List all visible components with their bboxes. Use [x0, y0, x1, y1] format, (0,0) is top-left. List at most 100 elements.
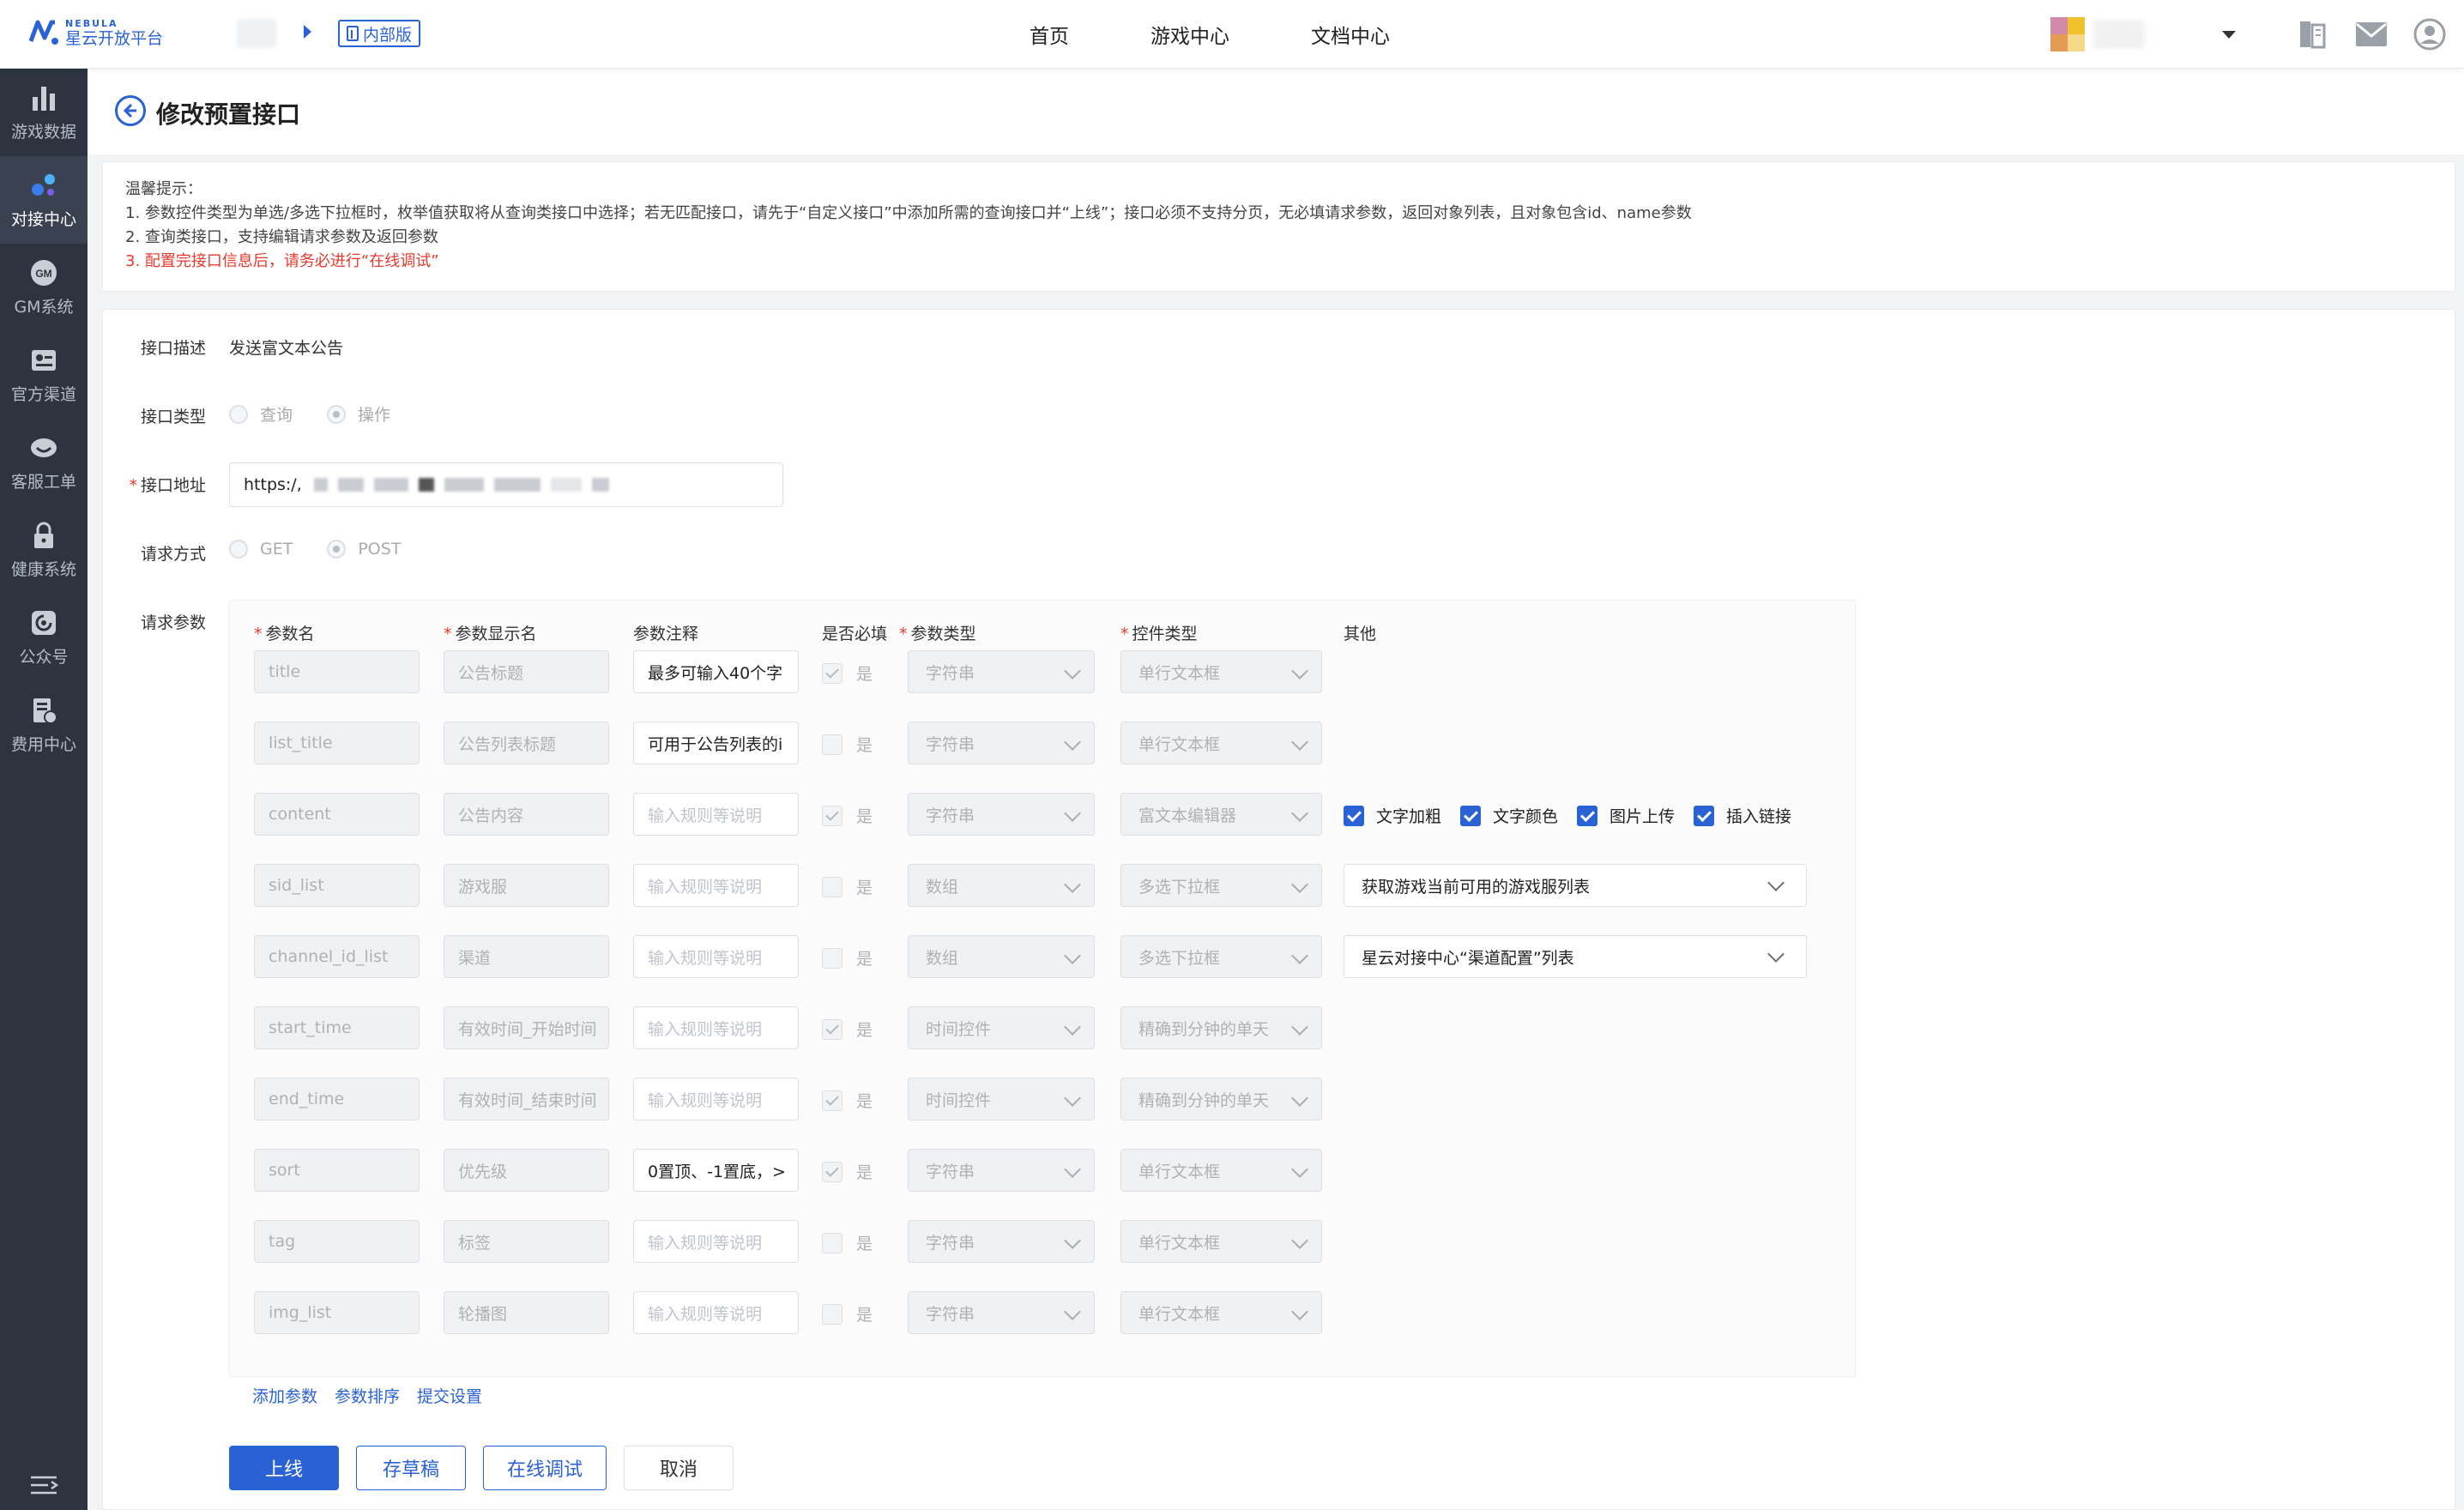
- param-type-select[interactable]: 字符串: [908, 793, 1095, 836]
- caret-right-icon[interactable]: [304, 25, 311, 39]
- param-required-check[interactable]: 是: [822, 1160, 873, 1183]
- param-note-input[interactable]: 输入规则等说明: [633, 1078, 799, 1120]
- param-display-input[interactable]: 有效时间_开始时间: [444, 1006, 609, 1049]
- control-type-select[interactable]: 多选下拉框: [1120, 864, 1322, 907]
- param-required-check[interactable]: 是: [822, 661, 873, 685]
- checkbox[interactable]: [822, 734, 842, 755]
- book-icon[interactable]: [2296, 17, 2330, 51]
- channel-source-select[interactable]: 星云对接中心“渠道配置”列表: [1344, 935, 1807, 978]
- sidebar-item-public-account[interactable]: 公众号: [0, 594, 88, 681]
- param-required-check[interactable]: 是: [822, 804, 873, 827]
- param-note-input[interactable]: 输入规则等说明: [633, 1220, 799, 1263]
- checkbox[interactable]: [822, 662, 842, 684]
- sidebar-item-gm-system[interactable]: GM GM系统: [0, 244, 88, 331]
- nav-doc-center[interactable]: 文档中心: [1311, 20, 1390, 49]
- submit-settings-link[interactable]: 提交设置: [417, 1384, 482, 1407]
- param-required-check[interactable]: 是: [822, 875, 873, 898]
- param-note-input[interactable]: 输入规则等说明: [633, 793, 799, 836]
- param-display-input[interactable]: 渠道: [444, 935, 609, 978]
- control-type-select[interactable]: 富文本编辑器: [1120, 793, 1322, 836]
- param-name-input[interactable]: sort: [254, 1149, 420, 1192]
- radio-query[interactable]: [229, 404, 248, 424]
- param-type-select[interactable]: 字符串: [908, 722, 1095, 764]
- param-note-input[interactable]: 0置顶、-1置底，>: [633, 1149, 799, 1192]
- checkbox[interactable]: [822, 876, 842, 897]
- sidebar-item-connect-center[interactable]: 对接中心: [0, 156, 88, 244]
- param-type-select[interactable]: 时间控件: [908, 1006, 1095, 1049]
- option-checkbox[interactable]: [1694, 805, 1715, 826]
- param-name-input[interactable]: title: [254, 650, 420, 693]
- nav-game-center[interactable]: 游戏中心: [1150, 20, 1229, 49]
- checkbox[interactable]: [822, 1161, 842, 1182]
- checkbox[interactable]: [822, 947, 842, 969]
- param-display-input[interactable]: 有效时间_结束时间: [444, 1078, 609, 1120]
- caret-down-icon[interactable]: [2222, 30, 2236, 39]
- param-type-select[interactable]: 字符串: [908, 1291, 1095, 1334]
- param-required-check[interactable]: 是: [822, 733, 873, 756]
- param-type-select[interactable]: 时间控件: [908, 1078, 1095, 1120]
- online-debug-button[interactable]: 在线调试: [483, 1446, 607, 1490]
- control-type-select[interactable]: 多选下拉框: [1120, 935, 1322, 978]
- param-display-input[interactable]: 公告标题: [444, 650, 609, 693]
- param-type-select[interactable]: 数组: [908, 935, 1095, 978]
- radio-get[interactable]: [229, 540, 248, 559]
- url-input[interactable]: https:/,: [229, 462, 783, 507]
- collapse-menu-icon[interactable]: [29, 1472, 58, 1498]
- param-note-input[interactable]: 最多可输入40个字: [633, 650, 799, 693]
- param-name-input[interactable]: sid_list: [254, 864, 420, 907]
- param-note-input[interactable]: 输入规则等说明: [633, 935, 799, 978]
- param-display-input[interactable]: 标签: [444, 1220, 609, 1263]
- param-name-input[interactable]: content: [254, 793, 420, 836]
- add-param-link[interactable]: 添加参数: [252, 1384, 317, 1407]
- user-avatar[interactable]: [2050, 17, 2085, 51]
- param-type-select[interactable]: 数组: [908, 864, 1095, 907]
- sort-param-link[interactable]: 参数排序: [335, 1384, 400, 1407]
- checkbox[interactable]: [822, 1303, 842, 1325]
- param-required-check[interactable]: 是: [822, 1231, 873, 1254]
- control-type-select[interactable]: 单行文本框: [1120, 1149, 1322, 1192]
- param-name-input[interactable]: img_list: [254, 1291, 420, 1334]
- nav-home[interactable]: 首页: [1030, 20, 1069, 49]
- back-arrow-icon[interactable]: [115, 95, 146, 126]
- radio-operate[interactable]: [327, 404, 347, 424]
- account-icon[interactable]: [2413, 17, 2447, 51]
- control-type-select[interactable]: 精确到分钟的单天: [1120, 1078, 1322, 1120]
- param-name-input[interactable]: list_title: [254, 722, 420, 764]
- sid-source-select[interactable]: 获取游戏当前可用的游戏服列表: [1344, 864, 1807, 907]
- param-display-input[interactable]: 游戏服: [444, 864, 609, 907]
- param-name-input[interactable]: start_time: [254, 1006, 420, 1049]
- option-checkbox[interactable]: [1460, 805, 1482, 826]
- param-required-check[interactable]: 是: [822, 1089, 873, 1112]
- checkbox[interactable]: [822, 1232, 842, 1253]
- param-type-select[interactable]: 字符串: [908, 650, 1095, 693]
- option-checkbox[interactable]: [1344, 805, 1364, 826]
- internal-version-badge[interactable]: 内部版: [338, 20, 421, 47]
- control-type-select[interactable]: 单行文本框: [1120, 722, 1322, 764]
- sidebar-item-health-system[interactable]: 健康系统: [0, 506, 88, 594]
- param-type-select[interactable]: 字符串: [908, 1220, 1095, 1263]
- param-display-input[interactable]: 公告内容: [444, 793, 609, 836]
- save-draft-button[interactable]: 存草稿: [356, 1446, 466, 1490]
- cancel-button[interactable]: 取消: [624, 1446, 734, 1490]
- radio-post[interactable]: [327, 540, 347, 559]
- param-display-input[interactable]: 公告列表标题: [444, 722, 609, 764]
- param-type-select[interactable]: 字符串: [908, 1149, 1095, 1192]
- checkbox[interactable]: [822, 1090, 842, 1111]
- sidebar-item-official-channel[interactable]: 官方渠道: [0, 331, 88, 419]
- sidebar-item-support-ticket[interactable]: 客服工单: [0, 419, 88, 506]
- param-note-input[interactable]: 输入规则等说明: [633, 1006, 799, 1049]
- param-name-input[interactable]: channel_id_list: [254, 935, 420, 978]
- mail-icon[interactable]: [2354, 17, 2389, 51]
- param-required-check[interactable]: 是: [822, 946, 873, 969]
- sidebar-item-game-data[interactable]: 游戏数据: [0, 69, 88, 156]
- param-required-check[interactable]: 是: [822, 1018, 873, 1041]
- param-display-input[interactable]: 优先级: [444, 1149, 609, 1192]
- sidebar-item-billing-center[interactable]: 费用中心: [0, 681, 88, 769]
- username-blurred[interactable]: [2093, 20, 2145, 49]
- param-note-input[interactable]: 输入规则等说明: [633, 864, 799, 907]
- logo[interactable]: NEBULA 星云开放平台: [26, 15, 163, 50]
- game-avatar-blurred[interactable]: [237, 19, 276, 48]
- checkbox[interactable]: [822, 1018, 842, 1040]
- control-type-select[interactable]: 单行文本框: [1120, 1291, 1322, 1334]
- param-note-input[interactable]: 可用于公告列表的i: [633, 722, 799, 764]
